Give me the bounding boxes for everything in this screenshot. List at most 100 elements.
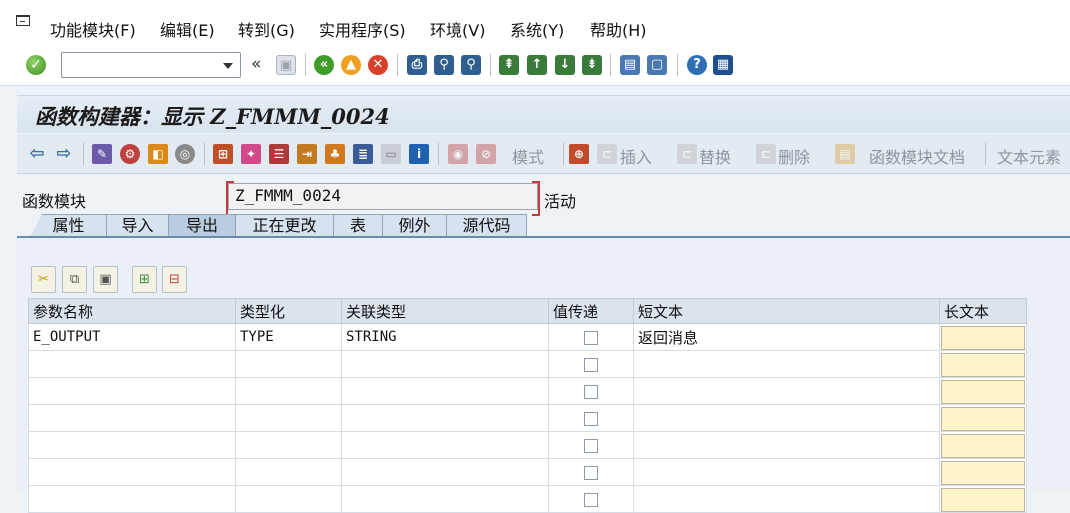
pass-by-value-cell[interactable] [548, 350, 634, 378]
tab-attributes[interactable]: 属性 [30, 214, 107, 237]
menu-environment[interactable]: 环境(V) [430, 17, 485, 41]
column-header-parameter-name[interactable]: 参数名称 [28, 298, 236, 324]
long-text-cell[interactable] [939, 377, 1027, 405]
save-icon[interactable]: ▣ [276, 55, 296, 75]
pass-by-value-cell[interactable] [548, 458, 634, 486]
layout-icon[interactable]: ▭ [381, 144, 401, 164]
menu-function-module[interactable]: 功能模块(F) [50, 17, 136, 41]
parameter-name-cell[interactable] [28, 377, 236, 405]
tab-exceptions[interactable]: 例外 [382, 214, 447, 237]
column-header-short-text[interactable]: 短文本 [633, 298, 940, 324]
find-icon[interactable]: ⚲ [434, 55, 454, 75]
associated-type-cell[interactable] [341, 431, 549, 459]
previous-page-icon[interactable]: ↑ [527, 55, 547, 75]
long-text-button[interactable] [941, 379, 1025, 404]
parameter-name-cell[interactable]: E_OUTPUT [28, 323, 236, 351]
long-text-button[interactable] [941, 352, 1025, 377]
copy-row-icon[interactable]: ⧉ [62, 266, 87, 293]
typing-cell[interactable] [235, 350, 342, 378]
pass-by-value-checkbox[interactable] [584, 411, 598, 426]
typing-cell[interactable] [235, 404, 342, 432]
shortcut-icon[interactable]: ▢ [647, 55, 667, 75]
typing-cell[interactable] [235, 431, 342, 459]
typing-cell[interactable] [235, 377, 342, 405]
typing-cell[interactable] [235, 458, 342, 486]
short-text-cell[interactable] [633, 350, 940, 378]
long-text-cell[interactable] [939, 404, 1027, 432]
pretty-printer-icon[interactable]: ⊕ [569, 144, 589, 164]
short-text-cell[interactable] [633, 431, 940, 459]
command-field[interactable] [61, 52, 241, 78]
exit-icon[interactable]: ▲ [341, 55, 361, 75]
check-object-icon[interactable]: ◧ [148, 144, 168, 164]
long-text-cell[interactable] [939, 350, 1027, 378]
replace-button[interactable]: 替换 [699, 144, 731, 168]
tab-import[interactable]: 导入 [106, 214, 169, 237]
layout-menu-icon[interactable]: ▦ [713, 55, 733, 75]
pass-by-value-checkbox[interactable] [584, 357, 598, 372]
function-module-field[interactable]: Z_FMMM_0024 [226, 181, 540, 216]
print-icon[interactable]: ⎙ [407, 55, 427, 75]
tab-source-code[interactable]: 源代码 [446, 214, 527, 237]
menu-help[interactable]: 帮助(H) [590, 17, 647, 41]
pass-by-value-cell[interactable] [548, 377, 634, 405]
parameter-name-cell[interactable] [28, 458, 236, 486]
column-header-long-text[interactable]: 长文本 [939, 298, 1027, 324]
short-text-cell[interactable] [633, 458, 940, 486]
stop-icon[interactable]: ⊘ [476, 144, 496, 164]
associated-type-cell[interactable] [341, 404, 549, 432]
insert-icon[interactable]: ⊏ [597, 144, 617, 164]
parameter-name-cell[interactable] [28, 431, 236, 459]
associated-type-cell[interactable]: STRING [341, 323, 549, 351]
first-page-icon[interactable]: ⇞ [499, 55, 519, 75]
tab-changing[interactable]: 正在更改 [235, 214, 334, 237]
cut-row-icon[interactable]: ✂ [31, 266, 56, 293]
long-text-button[interactable] [941, 487, 1025, 512]
pass-by-value-cell[interactable] [548, 431, 634, 459]
stack-icon[interactable]: ≣ [353, 144, 373, 164]
long-text-cell[interactable] [939, 323, 1027, 351]
parameter-name-cell[interactable] [28, 350, 236, 378]
help-icon[interactable]: ? [687, 55, 707, 75]
navigation-icon[interactable]: ☰ [269, 144, 289, 164]
chevron-down-icon[interactable] [223, 63, 233, 69]
function-module-doc-button[interactable]: 函数模块文档 [869, 144, 965, 168]
long-text-button[interactable] [941, 433, 1025, 458]
pass-by-value-checkbox[interactable] [584, 384, 598, 399]
tab-tables[interactable]: 表 [333, 214, 383, 237]
hierarchy-icon[interactable]: ♣ [325, 144, 345, 164]
documentation-icon[interactable]: ▤ [835, 144, 855, 164]
menu-goto[interactable]: 转到(G) [238, 17, 295, 41]
column-header-pass-by-value[interactable]: 值传递 [548, 298, 634, 324]
breakpoint-icon[interactable]: ◉ [448, 144, 468, 164]
pass-by-value-cell[interactable] [548, 323, 634, 351]
find-next-icon[interactable]: ⚲ [461, 55, 481, 75]
long-text-cell[interactable] [939, 458, 1027, 486]
delete-row-icon[interactable]: ⊟ [162, 266, 187, 293]
associated-type-cell[interactable] [341, 350, 549, 378]
display-change-icon[interactable]: ✎ [92, 144, 112, 164]
replace-icon[interactable]: ⊏ [677, 144, 697, 164]
cancel-icon[interactable]: ✕ [368, 55, 388, 75]
last-page-icon[interactable]: ⇟ [582, 55, 602, 75]
pass-by-value-cell[interactable] [548, 404, 634, 432]
pass-by-value-checkbox[interactable] [584, 465, 598, 480]
delete-icon[interactable]: ⊏ [756, 144, 776, 164]
info-icon[interactable]: i [409, 144, 429, 164]
arrow-right-icon[interactable]: ⇨ [54, 144, 74, 164]
associated-type-cell[interactable] [341, 458, 549, 486]
menu-system[interactable]: 系统(Y) [510, 17, 564, 41]
test-icon[interactable]: ⇥ [297, 144, 317, 164]
parameter-name-cell[interactable] [28, 404, 236, 432]
object-list-icon[interactable]: ⊞ [213, 144, 233, 164]
new-session-icon[interactable]: ▤ [620, 55, 640, 75]
long-text-button[interactable] [941, 325, 1025, 350]
mode-button[interactable]: 模式 [512, 144, 544, 168]
long-text-button[interactable] [941, 460, 1025, 485]
typing-cell[interactable]: TYPE [235, 323, 342, 351]
associated-type-cell[interactable] [341, 377, 549, 405]
insert-row-icon[interactable]: ⊞ [132, 266, 157, 293]
back-icon[interactable]: « [314, 55, 334, 75]
pass-by-value-checkbox[interactable] [584, 492, 598, 507]
short-text-cell[interactable] [633, 404, 940, 432]
